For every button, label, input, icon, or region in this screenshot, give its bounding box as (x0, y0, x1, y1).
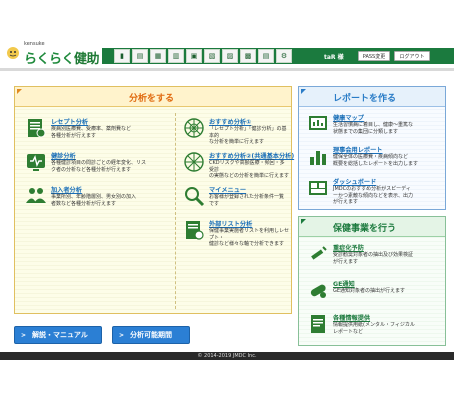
logout-button[interactable]: ログアウト (394, 51, 430, 61)
chevron-right-icon: > (21, 331, 27, 339)
analysis-panel-header: 分析をする (15, 87, 291, 107)
health-map-link[interactable]: 健康マップ (333, 113, 364, 122)
member-analysis-link[interactable]: 加入者分析 (51, 185, 82, 194)
user-name: taR 様 (324, 54, 344, 61)
pass-change-button[interactable]: PASS変更 (358, 51, 390, 61)
severity-prevention-item[interactable]: 重症化予防 受診勧奨対象者の抽出及び効果検証 が行えます (307, 243, 443, 269)
ge-notice-item[interactable]: GE通知 GE通知対象者の抽出が行えます (307, 279, 443, 305)
chevron-right-icon: > (119, 331, 125, 339)
report-panel-header: レポートを作る (299, 87, 445, 107)
column-divider (175, 113, 176, 309)
recommended-analysis-2-item[interactable]: おすすめ分析②(共通基本分析) CKDリスクや高額医療・頻回・多受診 の実態など… (183, 151, 294, 180)
web-icon (184, 118, 204, 138)
external-list-analysis-item[interactable]: 外部リスト分析 保健事業実施者リストを利用しレセプト・ 健診など様々な軸で分析で… (183, 219, 290, 248)
recommended-analysis-1-desc: 「レセプト分析」「健診分析」の基本的 な分析を簡単に行えます (209, 126, 287, 146)
info-provision-link[interactable]: 各種情報提供 (333, 313, 370, 322)
file-icon[interactable]: ▧ (204, 49, 220, 63)
report-panel: レポートを作る 健康マップ 生活習慣病に着目し、健康～重篤な 状態までの集団に分… (298, 86, 446, 210)
logo-mark-icon (7, 47, 19, 59)
board-report-link[interactable]: 理事会用レポート (333, 145, 383, 154)
info-provision-desc: 情報提供用紙(メンタル・フィジカル レポートなど (333, 322, 415, 335)
logo-subtitle: kensuke (24, 41, 45, 47)
analysis-panel-title: 分析をする (129, 94, 175, 104)
report-panel-title: レポートを作る (333, 94, 397, 104)
logo-hiragana: らくらく (24, 52, 75, 67)
header-divider (0, 68, 454, 71)
severity-prevention-desc: 受診勧奨対象者の抽出及び効果検証 が行えます (333, 252, 414, 265)
recommended-analysis-1-link[interactable]: おすすめ分析① (209, 117, 251, 126)
external-list-analysis-link[interactable]: 外部リスト分析 (209, 219, 252, 228)
receipt-analysis-item[interactable]: レセプト分析 疾病別医療費、受療率、薬剤費など 各種分析が行えます (25, 117, 165, 143)
dashboard-desc: JMDCのおすすめ分析がスピーディ ーかつ素敵な傾向などを表示、出力 が行えます (333, 186, 414, 206)
my-menu-desc: お客様が登録された分析条件一覧 です (209, 194, 285, 207)
syringe-icon (311, 246, 327, 260)
checkup-analysis-icon (27, 154, 45, 171)
health-map-icon (309, 116, 327, 130)
window-icon[interactable]: ▩ (240, 49, 256, 63)
health-program-panel: 保健事業を行う 重症化予防 受診勧奨対象者の抽出及び効果検証 が行えます GE通… (298, 216, 446, 346)
print-icon[interactable]: ▦ (150, 49, 166, 63)
doc-icon[interactable]: ▮ (114, 49, 130, 63)
people-icon (26, 188, 46, 203)
corner-marker (17, 89, 22, 94)
health-map-item[interactable]: 健康マップ 生活習慣病に着目し、健康～重篤な 状態までの集団に分類します (307, 113, 443, 139)
recommended-analysis-1-item[interactable]: おすすめ分析① 「レセプト分析」「健診分析」の基本的 な分析を簡単に行えます (183, 117, 289, 146)
chart-icon[interactable]: ▤ (132, 49, 148, 63)
ge-notice-desc: GE通知対象者の抽出が行えます (333, 288, 406, 294)
health-map-desc: 生活習慣病に着目し、健康～重篤な 状態までの集団に分類します (333, 122, 414, 135)
info-provision-item[interactable]: 各種情報提供 情報提供用紙(メンタル・フィジカル レポートなど (307, 313, 443, 339)
checkup-analysis-item[interactable]: 健診分析 各種健診項目の問診ごとの経年変化、リス ク者の分析など各種分析が行えま… (25, 151, 165, 177)
table-icon[interactable]: ▣ (186, 49, 202, 63)
analysis-period-button[interactable]: > 分析可能期間 (112, 326, 190, 344)
network-icon (184, 152, 204, 172)
footer: © 2014-2019 JMDC Inc. (0, 352, 454, 360)
my-menu-link[interactable]: マイメニュー (209, 185, 246, 194)
severity-prevention-link[interactable]: 重症化予防 (333, 243, 364, 252)
book-icon[interactable]: ▤ (258, 49, 274, 63)
magnifier-icon (185, 187, 205, 207)
page: kensuke らくらく健助 ▮ ▤ ▦ ▥ ▣ ▧ ▨ ▩ ▤ ⚙ taR 様… (0, 0, 454, 400)
manual-button-label: 解説・マニュアル (32, 331, 88, 339)
recommended-analysis-2-desc: CKDリスクや高額医療・頻回・多受診 の実態などの分析を簡単に行えます (209, 160, 290, 180)
checkup-analysis-link[interactable]: 健診分析 (51, 151, 76, 160)
dashboard-link[interactable]: ダッシュボード (333, 177, 376, 186)
member-analysis-item[interactable]: 加入者分析 事業所別、年齢階層別、男女別の加入 者数など各種分析が行えます (25, 185, 165, 211)
analysis-panel: 分析をする レセプト分析 疾病別医療費、受療率、薬剤費など 各種分析が行えます … (14, 86, 294, 314)
manual-button[interactable]: > 解説・マニュアル (14, 326, 102, 344)
bar-chart-icon (310, 151, 326, 165)
checkup-analysis-desc: 各種健診項目の問診ごとの経年変化、リス ク者の分析など各種分析が行えます (51, 160, 146, 173)
recommended-analysis-2-link[interactable]: おすすめ分析②(共通基本分析) (209, 151, 294, 160)
receipt-analysis-icon (28, 119, 46, 138)
pill-icon (310, 284, 326, 298)
member-analysis-desc: 事業所別、年齢階層別、男女別の加入 者数など各種分析が行えます (51, 194, 137, 207)
corner-marker (301, 89, 306, 94)
copyright-text: © 2014-2019 JMDC Inc. (197, 353, 257, 359)
grid-icon[interactable]: ▥ (168, 49, 184, 63)
gear-icon[interactable]: ⚙ (276, 49, 292, 63)
document-icon (311, 315, 325, 333)
receipt-analysis-link[interactable]: レセプト分析 (51, 117, 88, 126)
logo-kanji: 健助 (74, 52, 100, 67)
list-icon (186, 221, 204, 240)
board-report-item[interactable]: 理事会用レポート 健保全体の医療費・疾病傾向など 概要を総括したレポートを出力し… (307, 145, 443, 171)
my-menu-item[interactable]: マイメニュー お客様が登録された分析条件一覧 です (183, 185, 289, 211)
folder-icon[interactable]: ▨ (222, 49, 238, 63)
health-program-panel-title: 保健事業を行う (333, 224, 397, 234)
logo-title: らくらく健助 (24, 48, 100, 67)
health-program-panel-header: 保健事業を行う (299, 217, 445, 237)
board-report-desc: 健保全体の医療費・疾病傾向など 概要を総括したレポートを出力します (333, 154, 419, 167)
ge-notice-link[interactable]: GE通知 (333, 279, 355, 288)
dashboard-icon (309, 181, 327, 195)
external-list-analysis-desc: 保健事業実施者リストを利用しレセプト・ 健診など様々な軸で分析できます (209, 228, 290, 248)
app-logo[interactable]: kensuke らくらく健助 (4, 40, 102, 68)
corner-marker (301, 219, 306, 224)
receipt-analysis-desc: 疾病別医療費、受療率、薬剤費など 各種分析が行えます (51, 126, 132, 139)
analysis-period-button-label: 分析可能期間 (130, 331, 173, 339)
dashboard-item[interactable]: ダッシュボード JMDCのおすすめ分析がスピーディ ーかつ素敵な傾向などを表示、… (307, 177, 443, 207)
